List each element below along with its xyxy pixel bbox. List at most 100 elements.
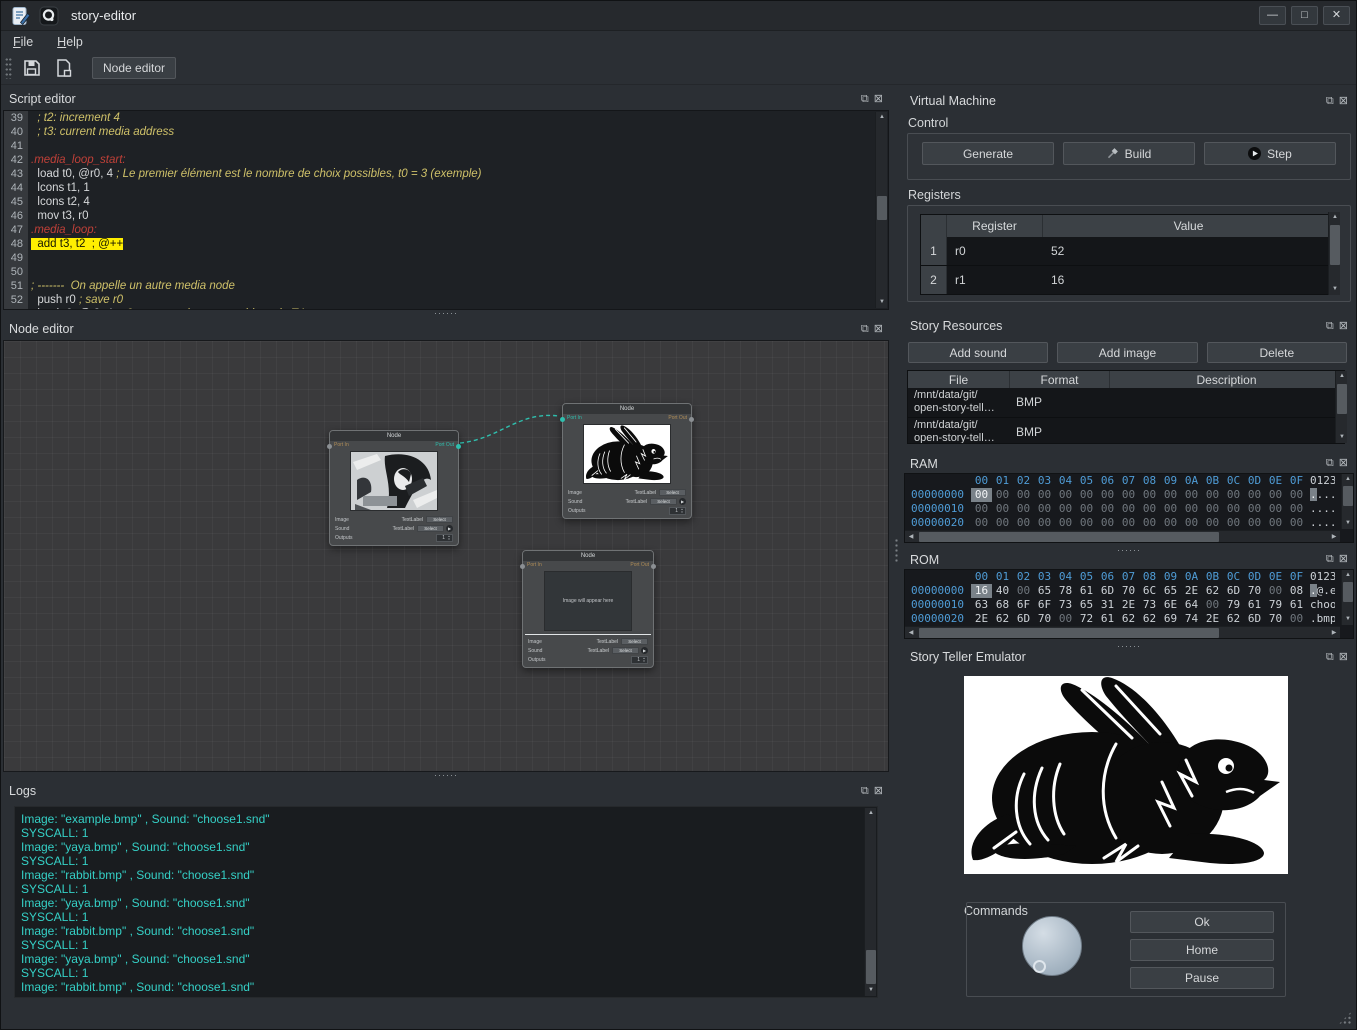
hex-byte[interactable]: 00 — [971, 502, 992, 516]
hex-byte[interactable]: 78 — [1055, 584, 1076, 598]
hex-byte[interactable]: 00 — [1139, 502, 1160, 516]
float-panel-icon[interactable]: ⧉ — [861, 786, 869, 797]
close-panel-icon[interactable]: ⊠ — [1339, 321, 1348, 332]
hex-byte[interactable]: 00 — [1097, 488, 1118, 502]
hex-byte[interactable]: 00 — [1076, 516, 1097, 530]
hex-byte[interactable]: 00 — [971, 488, 992, 502]
hex-byte[interactable]: 6D — [1097, 584, 1118, 598]
registers-row[interactable]: 2r116 — [921, 266, 1335, 295]
hex-byte[interactable]: 70 — [1244, 584, 1265, 598]
hex-row[interactable]: 0000001063686F6F7365312E736E640079617961… — [905, 598, 1353, 612]
hex-row[interactable]: 0000002000000000000000000000000000000000… — [905, 516, 1353, 530]
build-button[interactable]: Build — [1063, 142, 1195, 165]
close-panel-icon[interactable]: ⊠ — [1339, 652, 1348, 663]
hex-byte[interactable]: 70 — [1034, 612, 1055, 626]
log-output[interactable]: Image: "example.bmp" , Sound: "choose1.s… — [14, 806, 878, 998]
node-canvas[interactable]: Node Port In Port Out Image TextLabe — [3, 340, 889, 772]
hex-byte[interactable]: 00 — [1013, 516, 1034, 530]
scroll-left-icon[interactable]: ◀ — [905, 627, 917, 639]
hex-byte[interactable]: 61 — [1244, 598, 1265, 612]
resource-row[interactable]: /mnt/data/git/open-story-tell…BMP — [908, 388, 1344, 418]
hex-byte[interactable]: 00 — [992, 502, 1013, 516]
splitter-handle[interactable]: ······ — [1, 310, 891, 318]
sound-play-icon[interactable]: ▶ — [679, 498, 686, 505]
hex-byte[interactable]: 61 — [1286, 598, 1307, 612]
hex-byte[interactable]: 00 — [1034, 488, 1055, 502]
hex-byte[interactable]: 00 — [1244, 516, 1265, 530]
image-select-button[interactable]: Select — [621, 638, 648, 645]
hex-byte[interactable]: 00 — [1202, 516, 1223, 530]
hex-byte[interactable]: 00 — [1286, 488, 1307, 502]
hex-byte[interactable]: 00 — [1244, 502, 1265, 516]
node-title[interactable]: Node — [523, 551, 653, 561]
rotary-knob[interactable] — [1022, 916, 1082, 976]
hex-byte[interactable]: 6C — [1139, 584, 1160, 598]
rom-scroll-thumb[interactable] — [1343, 582, 1353, 602]
toolbar-drag-handle[interactable] — [5, 57, 12, 79]
hex-byte[interactable]: 00 — [1076, 502, 1097, 516]
resources-table[interactable]: File Format Description /mnt/data/git/op… — [907, 370, 1345, 444]
ram-hscrollbar[interactable]: ◀ ▶ — [905, 530, 1340, 542]
value-column-header[interactable]: Value — [1043, 215, 1335, 237]
hex-row[interactable]: 000000202E626D70007261626269742E626D7000… — [905, 612, 1353, 626]
sound-select-button[interactable]: Select — [650, 498, 677, 505]
hex-byte[interactable]: 6F — [1034, 598, 1055, 612]
float-panel-icon[interactable]: ⧉ — [861, 324, 869, 335]
scroll-up-icon[interactable]: ▲ — [876, 112, 888, 123]
hex-byte[interactable]: 00 — [1223, 516, 1244, 530]
image-select-button[interactable]: Select — [426, 516, 453, 523]
scroll-right-icon[interactable]: ▶ — [1328, 627, 1340, 639]
register-column-header[interactable]: Register — [947, 215, 1043, 237]
rom-vscrollbar[interactable]: ▲ ▼ — [1341, 570, 1353, 625]
hex-byte[interactable]: 6E — [1160, 598, 1181, 612]
hex-byte[interactable]: 2E — [1202, 612, 1223, 626]
hex-byte[interactable]: 00 — [1202, 598, 1223, 612]
hex-byte[interactable]: 00 — [1181, 516, 1202, 530]
port-in-dot[interactable] — [560, 417, 565, 422]
hex-byte[interactable]: 6D — [1013, 612, 1034, 626]
hex-byte[interactable]: 70 — [1118, 584, 1139, 598]
hex-byte[interactable]: 2E — [1118, 598, 1139, 612]
hex-byte[interactable]: 00 — [1055, 612, 1076, 626]
scroll-left-icon[interactable]: ◀ — [905, 531, 917, 543]
hex-byte[interactable]: 61 — [1097, 612, 1118, 626]
node-editor-toolbar-button[interactable]: Node editor — [92, 57, 176, 79]
logs-vscrollbar[interactable]: ▲ ▼ — [864, 808, 876, 996]
script-editor-code-area[interactable]: 39 ; t2: increment 440 ; t3: current med… — [3, 110, 889, 310]
column-splitter[interactable] — [891, 86, 902, 1029]
hex-byte[interactable]: 65 — [1076, 598, 1097, 612]
hex-byte[interactable]: 00 — [1181, 502, 1202, 516]
sound-play-icon[interactable]: ▶ — [446, 525, 453, 532]
port-out-dot[interactable] — [651, 564, 656, 569]
scroll-down-icon[interactable]: ▼ — [865, 985, 877, 996]
rom-hscroll-thumb[interactable] — [919, 628, 1219, 638]
add-image-button[interactable]: Add image — [1057, 342, 1197, 363]
hex-byte[interactable]: 00 — [1265, 502, 1286, 516]
hex-byte[interactable]: 00 — [1244, 488, 1265, 502]
outputs-stepper[interactable]: 1 ▴▾ — [436, 534, 453, 542]
ok-button[interactable]: Ok — [1130, 911, 1274, 933]
hex-byte[interactable]: 2E — [1181, 584, 1202, 598]
hex-byte[interactable]: 00 — [1055, 516, 1076, 530]
home-button[interactable]: Home — [1130, 939, 1274, 961]
hex-byte[interactable]: 62 — [1118, 612, 1139, 626]
hex-byte[interactable]: 65 — [1034, 584, 1055, 598]
scroll-right-icon[interactable]: ▶ — [1328, 531, 1340, 543]
hex-byte[interactable]: 00 — [1076, 488, 1097, 502]
hex-byte[interactable]: 6D — [1223, 584, 1244, 598]
hex-byte[interactable]: 00 — [1055, 502, 1076, 516]
sound-select-button[interactable]: Select — [612, 647, 639, 654]
scroll-up-icon[interactable]: ▲ — [1342, 474, 1354, 485]
scroll-down-icon[interactable]: ▼ — [1342, 518, 1354, 529]
hex-row[interactable]: 000000001640006578616D706C652E626D700008… — [905, 584, 1353, 598]
hex-byte[interactable]: 63 — [971, 598, 992, 612]
rom-hex-view[interactable]: 000102030405060708090A0B0C0D0E0F01234567… — [904, 569, 1354, 639]
hex-byte[interactable]: 00 — [1013, 488, 1034, 502]
registers-vscrollbar[interactable]: ▲ ▼ — [1328, 212, 1340, 295]
hex-byte[interactable]: 00 — [992, 516, 1013, 530]
hex-byte[interactable]: 72 — [1076, 612, 1097, 626]
hex-byte[interactable]: 00 — [1286, 502, 1307, 516]
hex-byte[interactable]: 65 — [1160, 584, 1181, 598]
menu-help[interactable]: Help — [57, 35, 83, 49]
description-column-header[interactable]: Description — [1110, 371, 1344, 388]
